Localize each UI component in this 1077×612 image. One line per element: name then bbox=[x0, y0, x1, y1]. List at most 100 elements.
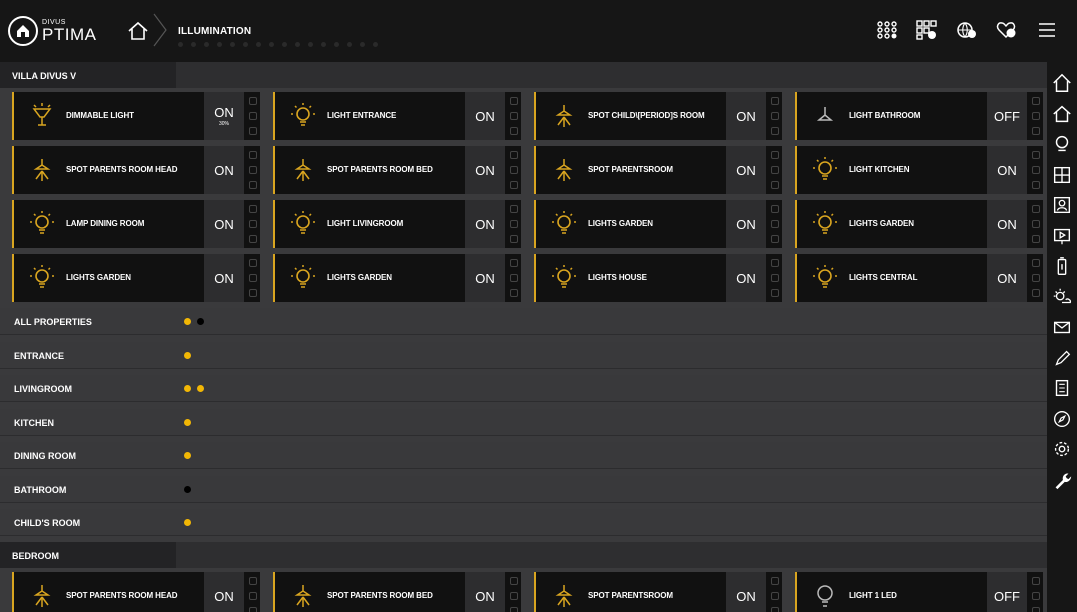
grid-icon[interactable] bbox=[249, 273, 257, 282]
home-outline-icon[interactable] bbox=[1050, 99, 1074, 130]
grid-icon[interactable] bbox=[1032, 165, 1040, 174]
globe-info-icon[interactable] bbox=[955, 18, 979, 42]
room-row-livingroom[interactable]: LIVINGROOM bbox=[0, 375, 1047, 402]
state-toggle-button[interactable]: OFF bbox=[987, 92, 1027, 140]
grid-icon[interactable] bbox=[1032, 111, 1040, 120]
timer-icon[interactable] bbox=[1032, 259, 1040, 268]
grid-icon[interactable] bbox=[510, 165, 518, 174]
light-tile-spot-parentsroom[interactable]: SPOT PARENTSROOM ON bbox=[534, 146, 782, 194]
favorite-icon[interactable] bbox=[249, 606, 257, 612]
favorite-icon[interactable] bbox=[1032, 288, 1040, 297]
light-tile-lights-garden[interactable]: LIGHTS GARDEN ON bbox=[12, 254, 260, 302]
light-tile-light-kitchen[interactable]: LIGHT KITCHEN ON bbox=[795, 146, 1043, 194]
light-tile-spot-parents-room-head[interactable]: SPOT PARENTS ROOM HEAD ON bbox=[12, 572, 260, 612]
scenes-icon[interactable] bbox=[875, 18, 899, 42]
timer-icon[interactable] bbox=[510, 97, 518, 106]
grid-icon[interactable] bbox=[1032, 273, 1040, 282]
state-toggle-button[interactable]: ON bbox=[204, 254, 244, 302]
menu-icon[interactable] bbox=[1035, 18, 1059, 42]
state-toggle-button[interactable]: ON 30% bbox=[204, 92, 244, 140]
light-tile-lamp-dining-room[interactable]: LAMP DINING ROOM ON bbox=[12, 200, 260, 248]
grid-icon[interactable] bbox=[249, 219, 257, 228]
favorite-icon[interactable] bbox=[510, 288, 518, 297]
timer-icon[interactable] bbox=[510, 205, 518, 214]
favorite-icon[interactable] bbox=[510, 180, 518, 189]
favorite-icon[interactable] bbox=[771, 288, 779, 297]
state-toggle-button[interactable]: ON bbox=[987, 146, 1027, 194]
timer-icon[interactable] bbox=[1032, 205, 1040, 214]
grid-icon[interactable] bbox=[1032, 591, 1040, 600]
light-tile-lights-house[interactable]: LIGHTS HOUSE ON bbox=[534, 254, 782, 302]
timer-icon[interactable] bbox=[249, 259, 257, 268]
grid-icon[interactable] bbox=[771, 273, 779, 282]
light-tile-spot-child-period-s-room[interactable]: SPOT CHILD\[PERIOD]S ROOM ON bbox=[534, 92, 782, 140]
state-toggle-button[interactable]: ON bbox=[726, 572, 766, 612]
light-tile-light-livingroom[interactable]: LIGHT LIVINGROOM ON bbox=[273, 200, 521, 248]
favorite-icon[interactable] bbox=[1032, 234, 1040, 243]
grid-icon[interactable] bbox=[249, 111, 257, 120]
floorplan-icon[interactable] bbox=[1050, 160, 1074, 191]
favorite-icon[interactable] bbox=[249, 234, 257, 243]
state-toggle-button[interactable]: ON bbox=[465, 146, 505, 194]
grid-icon[interactable] bbox=[510, 591, 518, 600]
favorite-icon[interactable] bbox=[510, 606, 518, 612]
light-tile-light-bathroom[interactable]: LIGHT BATHROOM OFF bbox=[795, 92, 1043, 140]
timer-icon[interactable] bbox=[771, 97, 779, 106]
timer-icon[interactable] bbox=[249, 97, 257, 106]
grid-icon[interactable] bbox=[771, 111, 779, 120]
state-toggle-button[interactable]: OFF bbox=[987, 572, 1027, 612]
light-tile-spot-parents-room-bed[interactable]: SPOT PARENTS ROOM BED ON bbox=[273, 572, 521, 612]
state-toggle-button[interactable]: ON bbox=[726, 254, 766, 302]
timer-icon[interactable] bbox=[249, 151, 257, 160]
grid-icon[interactable] bbox=[510, 111, 518, 120]
timer-icon[interactable] bbox=[510, 259, 518, 268]
timer-icon[interactable] bbox=[510, 151, 518, 160]
state-toggle-button[interactable]: ON bbox=[204, 572, 244, 612]
favorite-icon[interactable] bbox=[1032, 126, 1040, 135]
grid-icon[interactable] bbox=[771, 219, 779, 228]
light-tile-lights-garden[interactable]: LIGHTS GARDEN ON bbox=[534, 200, 782, 248]
timer-icon[interactable] bbox=[249, 577, 257, 586]
section-header-bedroom[interactable]: BEDROOM bbox=[0, 542, 1047, 568]
room-row-entrance[interactable]: ENTRANCE bbox=[0, 341, 1047, 369]
grid-icon[interactable] bbox=[510, 219, 518, 228]
home-icon[interactable] bbox=[1050, 68, 1074, 99]
weather-icon[interactable] bbox=[1050, 282, 1074, 313]
timer-icon[interactable] bbox=[771, 577, 779, 586]
state-toggle-button[interactable]: ON bbox=[465, 200, 505, 248]
room-row-dining-room[interactable]: DINING ROOM bbox=[0, 442, 1047, 469]
section-header-villa[interactable]: VILLA DIVUS V bbox=[0, 62, 1047, 88]
mail-icon[interactable] bbox=[1050, 312, 1074, 343]
room-row-bathroom[interactable]: BATHROOM bbox=[0, 475, 1047, 503]
light-tile-spot-parents-room-bed[interactable]: SPOT PARENTS ROOM BED ON bbox=[273, 146, 521, 194]
timer-icon[interactable] bbox=[249, 205, 257, 214]
divus-optima-logo[interactable]: DIVUS PTIMA bbox=[8, 10, 120, 52]
favorite-icon[interactable] bbox=[510, 126, 518, 135]
state-toggle-button[interactable]: ON bbox=[465, 92, 505, 140]
wrench-icon[interactable] bbox=[1050, 465, 1074, 496]
light-tile-light-1-led[interactable]: LIGHT 1 LED OFF bbox=[795, 572, 1043, 612]
grid-icon[interactable] bbox=[249, 591, 257, 600]
state-toggle-button[interactable]: ON bbox=[204, 146, 244, 194]
favorite-icon[interactable] bbox=[1032, 606, 1040, 612]
favorite-icon[interactable] bbox=[249, 288, 257, 297]
light-tile-dimmable-light[interactable]: DIMMABLE LIGHT ON 30% bbox=[12, 92, 260, 140]
grid-info-icon[interactable] bbox=[915, 18, 939, 42]
presentation-icon[interactable] bbox=[1050, 221, 1074, 252]
timer-icon[interactable] bbox=[1032, 577, 1040, 586]
state-toggle-button[interactable]: ON bbox=[726, 92, 766, 140]
timer-icon[interactable] bbox=[771, 259, 779, 268]
room-row-child-s-room[interactable]: CHILD'S ROOM bbox=[0, 509, 1047, 536]
light-tile-lights-central[interactable]: LIGHTS CENTRAL ON bbox=[795, 254, 1043, 302]
timer-icon[interactable] bbox=[771, 151, 779, 160]
favorite-icon[interactable] bbox=[771, 126, 779, 135]
grid-icon[interactable] bbox=[771, 165, 779, 174]
favorite-icon[interactable] bbox=[771, 606, 779, 612]
timer-icon[interactable] bbox=[1032, 151, 1040, 160]
grid-icon[interactable] bbox=[1032, 219, 1040, 228]
state-toggle-button[interactable]: ON bbox=[204, 200, 244, 248]
compass-icon[interactable] bbox=[1050, 404, 1074, 435]
light-tile-spot-parents-room-head[interactable]: SPOT PARENTS ROOM HEAD ON bbox=[12, 146, 260, 194]
user-card-icon[interactable] bbox=[1050, 190, 1074, 221]
favorite-icon[interactable] bbox=[510, 234, 518, 243]
